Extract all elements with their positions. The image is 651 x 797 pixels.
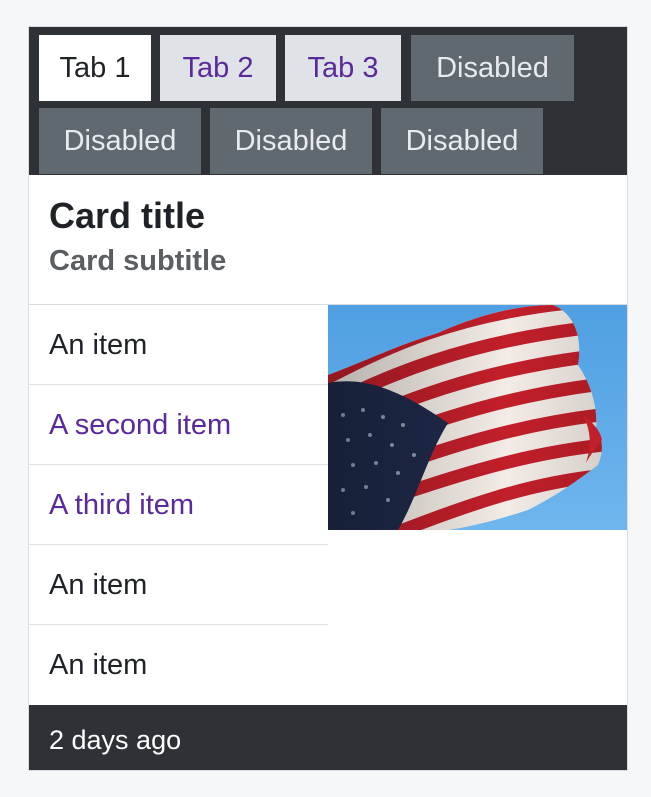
tab-3[interactable]: Tab 3 — [285, 35, 401, 101]
tab-disabled-4: Disabled — [381, 108, 543, 174]
list-item-4: An item — [29, 545, 328, 625]
footer-timestamp: 2 days ago — [49, 725, 182, 755]
list-item-5: An item — [49, 649, 148, 681]
list-item-2-link[interactable]: A second item — [29, 385, 328, 465]
card-title: Card title — [49, 195, 206, 236]
card-footer: 2 days ago — [29, 705, 627, 770]
tab-disabled-3: Disabled — [210, 108, 372, 174]
card-header-tabs: Tab 1 Tab 2 Tab 3 Disabled Disabled Disa… — [29, 27, 627, 175]
card-subtitle: Card subtitle — [49, 245, 227, 277]
list-group: An item A second item A third item An it… — [29, 305, 328, 705]
flag-photo — [328, 305, 627, 530]
list-item-3-link[interactable]: A third item — [29, 465, 328, 545]
card: Tab 1 Tab 2 Tab 3 Disabled Disabled Disa… — [28, 26, 628, 771]
list-item-1: An item — [29, 305, 328, 385]
card-body: Card title Card subtitle — [29, 175, 627, 305]
tab-1[interactable]: Tab 1 — [39, 35, 151, 101]
tab-disabled-2: Disabled — [39, 108, 201, 174]
tab-disabled-1: Disabled — [411, 35, 574, 101]
flag-image — [328, 305, 627, 530]
tab-2[interactable]: Tab 2 — [160, 35, 276, 101]
